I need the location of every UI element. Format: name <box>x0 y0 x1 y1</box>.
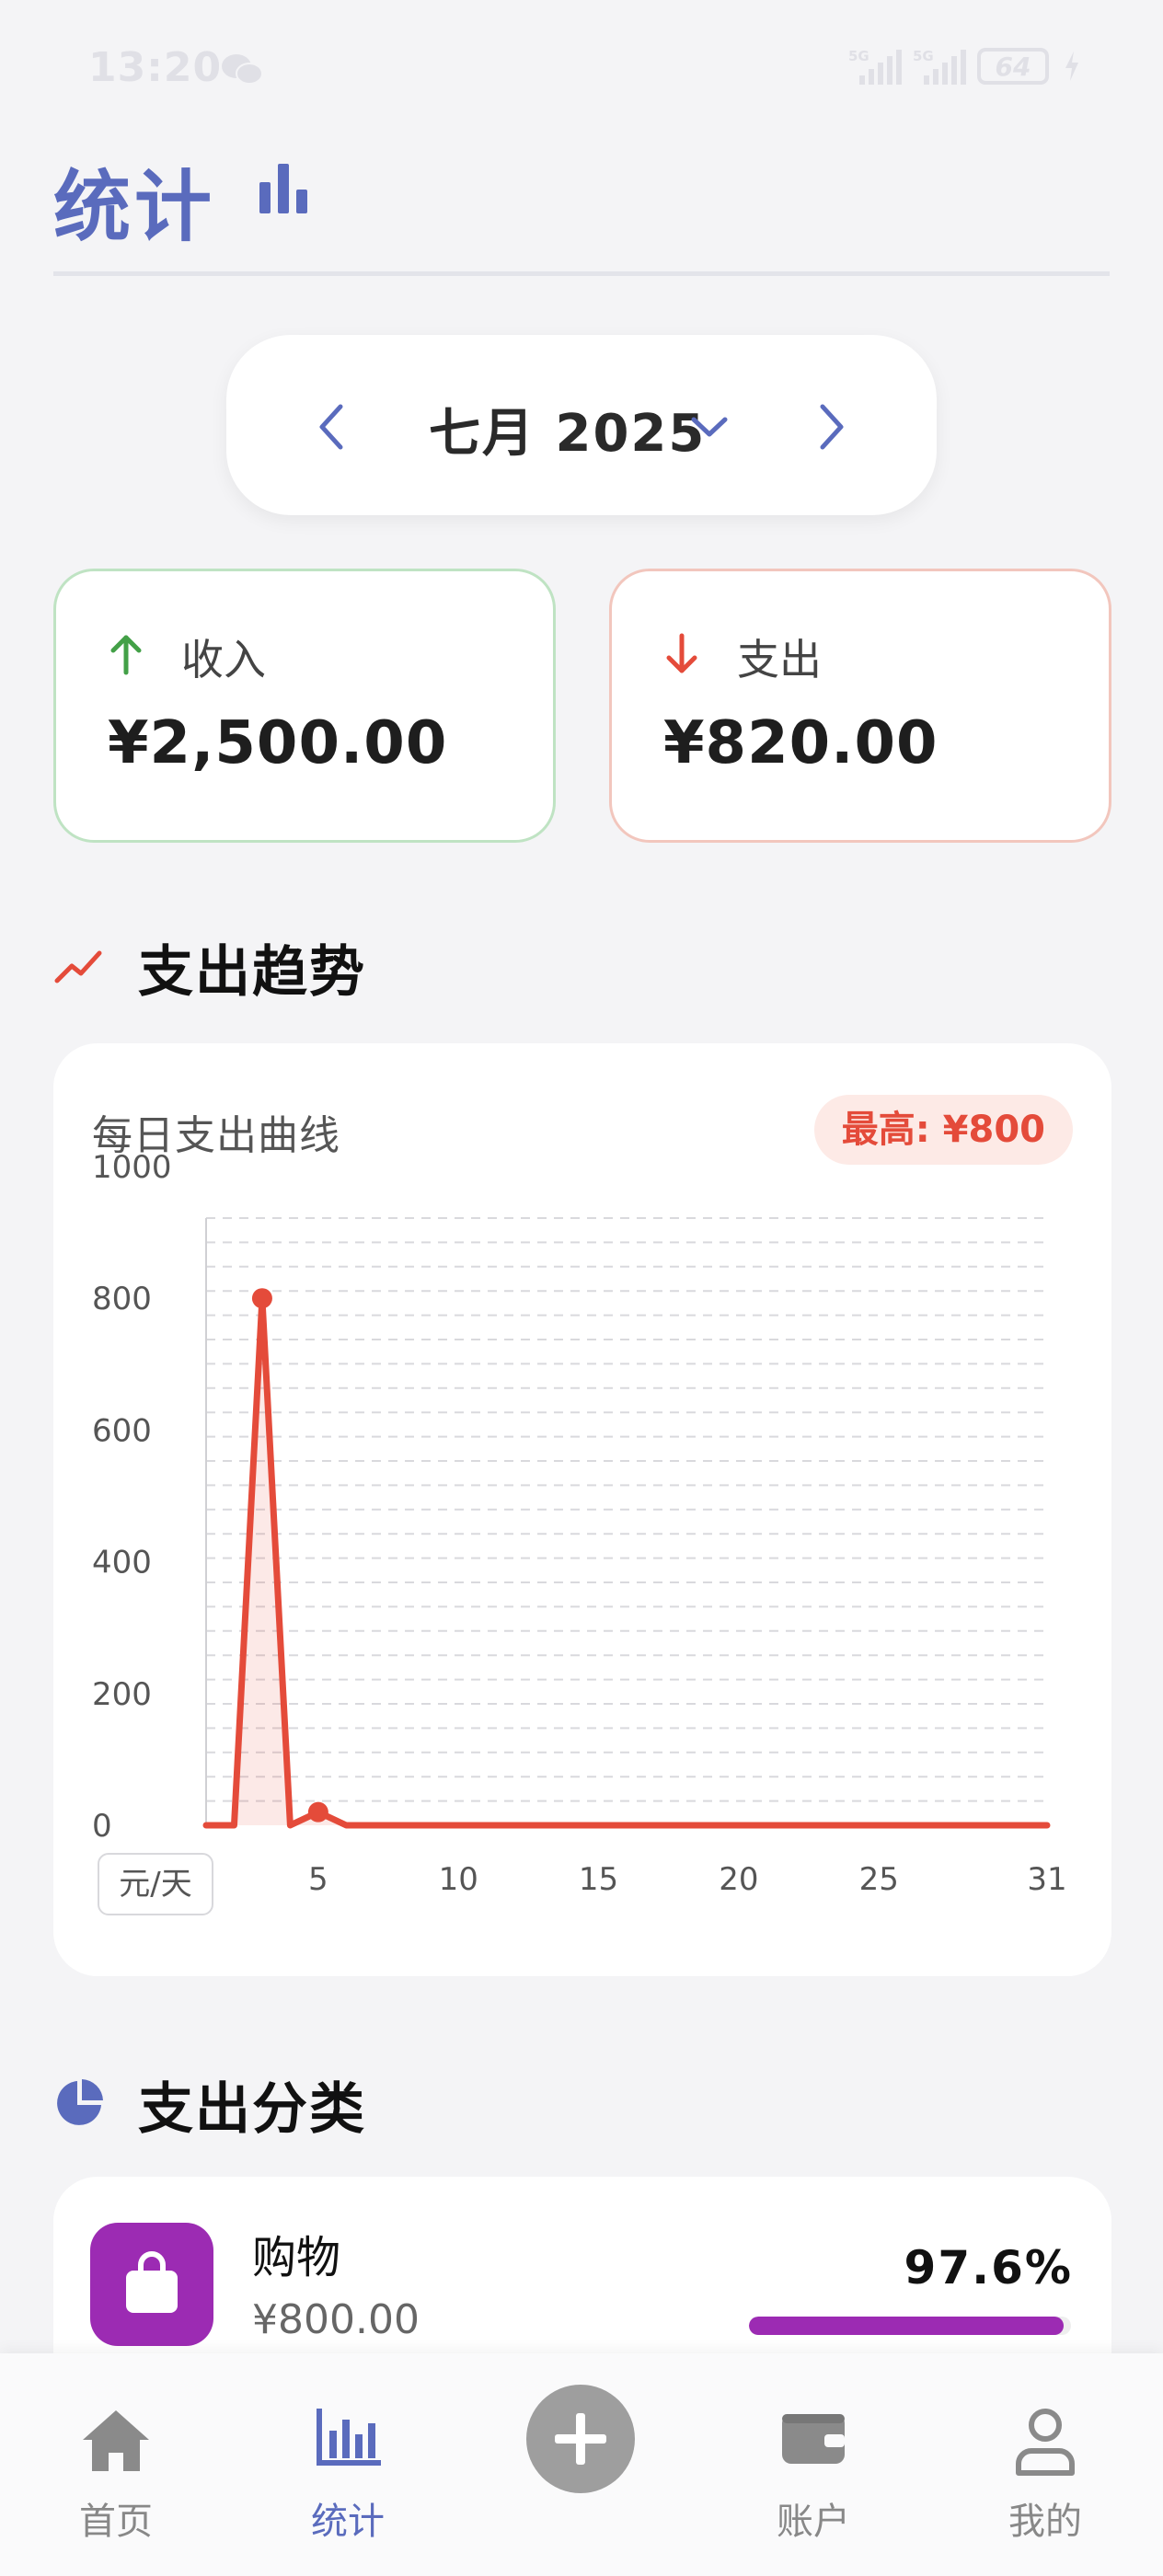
home-icon <box>83 2410 149 2471</box>
nav-stats[interactable]: 统计 <box>256 2353 440 2576</box>
expense-card[interactable]: 支出 ¥820.00 <box>609 569 1111 843</box>
series-area <box>206 1298 1047 1825</box>
page-title: 统计 <box>53 162 216 252</box>
category-progress-fill <box>749 2317 1064 2335</box>
category-icon-badge <box>90 2223 213 2346</box>
charging-icon <box>1065 52 1078 81</box>
x-tick-label: 25 <box>859 1861 899 1898</box>
chevron-right-icon[interactable] <box>808 399 854 454</box>
nav-home[interactable]: 首页 <box>24 2353 208 2576</box>
series-line <box>202 1294 1051 1829</box>
page-header: 统计 <box>53 138 1110 276</box>
add-button[interactable] <box>526 2385 635 2493</box>
category-amount: ¥800.00 <box>252 2296 420 2343</box>
income-card[interactable]: 收入 ¥2,500.00 <box>53 569 556 843</box>
status-bar: 13:20 5G 5G 64 <box>0 0 1163 138</box>
data-point <box>307 1801 328 1823</box>
trending-icon <box>54 950 102 983</box>
category-name: 购物 <box>252 2232 341 2283</box>
income-label: 收入 <box>181 635 266 684</box>
arrow-up-icon <box>110 635 142 675</box>
nav-profile-label: 我的 <box>1008 2501 1082 2543</box>
y-tick-label: 1000 <box>92 1149 172 1186</box>
y-tick-label: 400 <box>92 1545 152 1581</box>
month-selector: 七月 2025 <box>226 335 937 515</box>
unit-label: 元/天 <box>98 1853 213 1915</box>
shopping-bag-icon <box>126 2251 178 2313</box>
nav-profile[interactable]: 我的 <box>953 2353 1137 2576</box>
nav-accounts[interactable]: 账户 <box>721 2353 905 2576</box>
trend-chart-card: 每日支出曲线 最高: ¥800 0 200 400 600 800 1000 5 10 15 20… <box>53 1043 1111 1976</box>
x-tick-label: 31 <box>1027 1861 1066 1898</box>
user-icon <box>1016 2409 1075 2476</box>
month-label[interactable]: 七月 2025 <box>429 392 706 466</box>
nav-accounts-label: 账户 <box>777 2501 850 2543</box>
arrow-down-icon <box>666 633 697 673</box>
category-percent: 97.6% <box>904 2241 1073 2294</box>
battery-icon: 64 <box>977 48 1049 85</box>
wallet-icon <box>782 2414 845 2464</box>
y-tick-label: 0 <box>92 1808 112 1845</box>
bottom-nav: 首页 统计 账户 我的 <box>0 2353 1163 2576</box>
plus-icon <box>555 2413 606 2465</box>
y-tick-label: 200 <box>92 1676 152 1713</box>
trend-chart: 0 200 400 600 800 1000 5 10 15 20 25 31 <box>92 1149 1067 1898</box>
chevron-left-icon[interactable] <box>309 399 355 454</box>
data-point <box>251 1288 272 1309</box>
x-tick-label: 10 <box>439 1861 478 1898</box>
chevron-down-icon[interactable] <box>688 410 731 443</box>
category-progress-track <box>749 2317 1071 2335</box>
x-tick-label: 5 <box>308 1861 328 1898</box>
nav-home-label: 首页 <box>79 2501 153 2543</box>
nav-stats-label: 统计 <box>311 2501 385 2543</box>
y-tick-label: 600 <box>92 1412 152 1449</box>
bar-chart-icon <box>259 164 307 213</box>
signal-icon: 5G <box>848 48 902 85</box>
x-tick-label: 20 <box>719 1861 758 1898</box>
trend-section-header: 支出趋势 <box>53 927 605 1005</box>
category-section-header: 支出分类 <box>53 2064 605 2142</box>
category-section-title: 支出分类 <box>138 2077 366 2142</box>
expense-label: 支出 <box>737 635 822 684</box>
pie-chart-icon <box>57 2079 103 2125</box>
signal-icon: 5G <box>913 48 966 85</box>
x-tick-label: 15 <box>579 1861 618 1898</box>
status-time: 13:20 <box>88 44 223 91</box>
wechat-icon <box>222 54 263 85</box>
trend-section-title: 支出趋势 <box>138 940 366 1005</box>
y-tick-label: 800 <box>92 1281 152 1317</box>
category-item[interactable]: 购物 ¥800.00 97.6% <box>53 2177 1111 2379</box>
expense-amount: ¥820.00 <box>663 709 938 777</box>
bar-chart-icon <box>317 2409 381 2466</box>
income-amount: ¥2,500.00 <box>108 709 448 777</box>
